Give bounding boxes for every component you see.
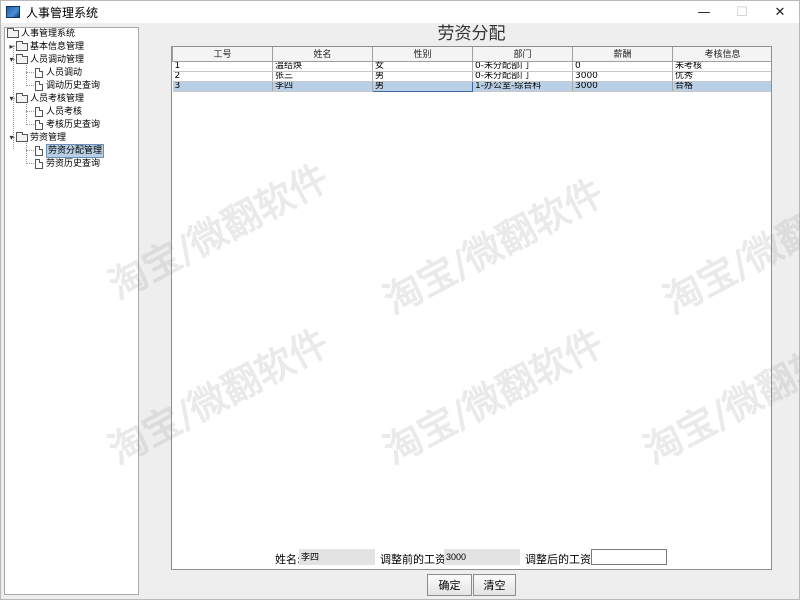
tree-item-label: 人员调动管理: [30, 55, 85, 65]
window-title: 人事管理系统: [26, 5, 99, 20]
document-icon: [35, 68, 43, 78]
table-cell-focused[interactable]: 男: [372, 80, 473, 92]
tree-item-label: 调动历史查询: [46, 81, 101, 91]
clear-button[interactable]: 清空: [473, 574, 516, 596]
expand-icon[interactable]: ▸: [8, 42, 15, 52]
name-field[interactable]: [299, 549, 375, 565]
column-header[interactable]: 姓名: [272, 47, 373, 62]
folder-icon: [16, 93, 28, 103]
table-cell[interactable]: 未考核: [672, 61, 771, 72]
table-cell[interactable]: 3: [172, 81, 273, 92]
close-button[interactable]: ✕: [761, 1, 799, 23]
table-cell[interactable]: 合格: [672, 81, 771, 92]
minimize-button[interactable]: —: [685, 1, 723, 23]
tree-item-label: 基本信息管理: [30, 42, 85, 52]
maximize-icon: ☐: [736, 4, 748, 20]
table-cell[interactable]: 李四: [272, 81, 373, 92]
document-icon: [35, 146, 43, 156]
tree-item-transfer-action[interactable]: 人员调动: [35, 67, 82, 79]
column-header[interactable]: 性别: [372, 47, 473, 62]
tree-item-transfer[interactable]: ▾ 人员调动管理: [8, 54, 84, 66]
tree-item-payroll-allocation[interactable]: 劳资分配管理: [35, 144, 105, 158]
window-controls: — ☐ ✕: [685, 1, 799, 23]
table-row[interactable]: 1 温结焕 女 0-未分配部门 0 未考核: [172, 61, 771, 72]
column-header[interactable]: 考核信息: [672, 47, 771, 62]
salary-table[interactable]: 工号 姓名 性别 部门 薪酬 考核信息 1 温结焕 女 0-未分配部门 0 未考…: [171, 46, 772, 570]
tree-item-basic-info[interactable]: ▸ 基本信息管理: [8, 41, 84, 53]
table-header-row: 工号 姓名 性别 部门 薪酬 考核信息: [172, 47, 771, 62]
column-header[interactable]: 部门: [472, 47, 573, 62]
collapse-icon[interactable]: ▾: [8, 133, 15, 143]
table-cell[interactable]: 男: [372, 71, 473, 82]
collapse-icon[interactable]: ▾: [8, 55, 15, 65]
column-header[interactable]: 工号: [172, 47, 273, 62]
table-cell[interactable]: 2: [172, 71, 273, 82]
table-cell[interactable]: 0-未分配部门: [472, 71, 573, 82]
document-icon: [35, 107, 43, 117]
table-cell[interactable]: 女: [372, 61, 473, 72]
name-label: 姓名:: [275, 553, 301, 566]
table-cell[interactable]: 1-办公室-综合科: [472, 81, 573, 92]
maximize-button[interactable]: ☐: [723, 1, 761, 23]
salary-after-label: 调整后的工资:: [525, 553, 595, 566]
page-title: 劳资分配: [437, 24, 506, 44]
navigation-tree[interactable]: 人事管理系统 ▸ 基本信息管理 ▾ 人员调动管理 人员调动 调动历史查询 ▾ 人…: [4, 27, 139, 595]
document-icon: [35, 159, 43, 169]
app-icon: [6, 6, 20, 18]
tree-item-payroll-history[interactable]: 劳资历史查询: [35, 158, 100, 170]
app-window: 人事管理系统 — ☐ ✕ 人事管理系统 ▸ 基本信息管理 ▾ 人员调动管理 人员…: [0, 0, 800, 600]
confirm-button[interactable]: 确定: [427, 574, 472, 596]
main-content: 劳资分配 工号 姓名 性别 部门 薪酬 考核信息 1 温结焕 女 0-未分配部门…: [144, 23, 799, 599]
title-bar: 人事管理系统 — ☐ ✕: [1, 1, 799, 23]
tree-item-transfer-history[interactable]: 调动历史查询: [35, 80, 100, 92]
tree-item-label: 劳资历史查询: [46, 159, 101, 169]
document-icon: [35, 81, 43, 91]
close-icon: ✕: [774, 4, 786, 20]
table-cell[interactable]: 0-未分配部门: [472, 61, 573, 72]
salary-form: 姓名: 调整前的工资: 调整后的工资:: [144, 549, 799, 567]
minimize-icon: —: [697, 4, 711, 20]
folder-icon: [16, 54, 28, 64]
tree-item-assessment-history[interactable]: 考核历史查询: [35, 119, 100, 131]
salary-after-input[interactable]: [591, 549, 667, 565]
column-header[interactable]: 薪酬: [572, 47, 673, 62]
tree-root-label: 人事管理系统: [21, 29, 76, 39]
tree-item-label: 人员调动: [46, 68, 83, 78]
table-row-selected[interactable]: 3 李四 男 1-办公室-综合科 3000 合格: [172, 80, 771, 92]
salary-before-label: 调整前的工资:: [380, 553, 450, 566]
table-cell[interactable]: 优秀: [672, 71, 771, 82]
table-cell[interactable]: 张三: [272, 71, 373, 82]
folder-icon: [16, 41, 28, 51]
table-cell[interactable]: 温结焕: [272, 61, 373, 72]
document-icon: [35, 120, 43, 130]
tree-item-label: 劳资分配管理: [46, 144, 105, 158]
table-row[interactable]: 2 张三 男 0-未分配部门 3000 优秀: [172, 71, 771, 82]
folder-icon: [16, 132, 28, 142]
tree-item-label: 劳资管理: [30, 133, 67, 143]
folder-open-icon: [7, 28, 19, 38]
tree-root[interactable]: 人事管理系统: [7, 28, 75, 40]
collapse-icon[interactable]: ▾: [8, 94, 15, 104]
table-cell[interactable]: 3000: [572, 71, 673, 82]
salary-before-field[interactable]: [444, 549, 520, 565]
tree-item-label: 人员考核管理: [30, 94, 85, 104]
table-cell[interactable]: 1: [172, 61, 273, 72]
table-cell[interactable]: 0: [572, 61, 673, 72]
tree-item-payroll[interactable]: ▾ 劳资管理: [8, 132, 66, 144]
tree-item-assessment[interactable]: ▾ 人员考核管理: [8, 93, 84, 105]
tree-item-assessment-action[interactable]: 人员考核: [35, 106, 82, 118]
tree-item-label: 考核历史查询: [46, 120, 101, 130]
table-cell[interactable]: 3000: [572, 81, 673, 92]
tree-item-label: 人员考核: [46, 107, 83, 117]
